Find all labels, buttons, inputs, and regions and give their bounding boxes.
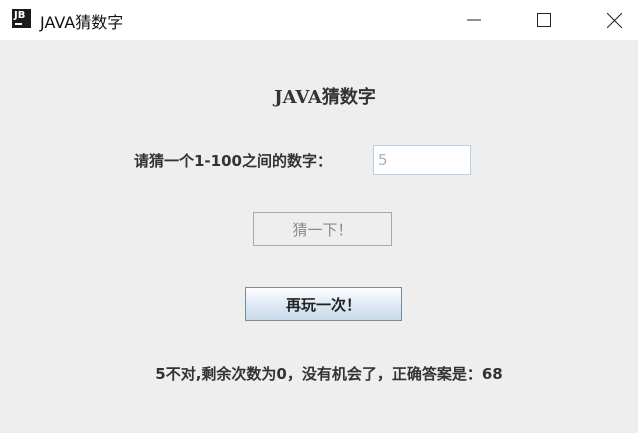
maximize-icon [537,13,551,27]
app-icon-text: JB [14,10,26,21]
app-icon: JB [12,9,31,28]
guess-prompt-label: 请猜一个1-100之间的数字： [134,152,332,170]
play-again-button[interactable]: 再玩一次！ [245,287,402,321]
guess-input[interactable] [373,145,471,175]
close-icon [606,12,622,28]
minimize-button[interactable] [451,0,497,40]
page-heading: JAVA猜数字 [274,87,376,108]
guess-button[interactable]: 猜一下！ [253,212,392,246]
maximize-button[interactable] [521,0,567,40]
title-bar[interactable]: JB JAVA猜数字 [0,0,638,40]
close-button[interactable] [591,0,637,40]
window-title: JAVA猜数字 [40,13,124,32]
minimize-icon [467,19,481,21]
result-message: 5不对,剩余次数为0，没有机会了，正确答案是：68 [155,365,503,383]
